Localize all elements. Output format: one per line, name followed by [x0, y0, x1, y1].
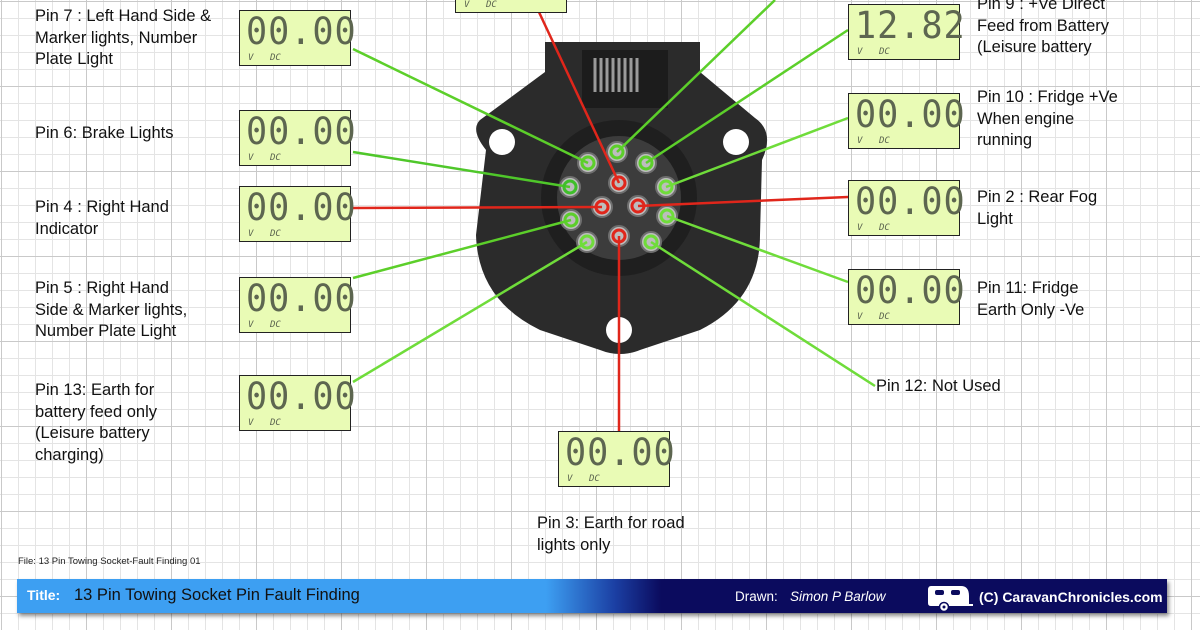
unit-v: V	[857, 223, 863, 233]
reading-pin2: 00.00	[855, 180, 966, 223]
title-block: Title: 13 Pin Towing Socket Pin Fault Fi…	[17, 579, 1167, 613]
voltmeter-pin10: 00.00 V DC	[848, 93, 965, 149]
unit-v: V	[567, 474, 573, 484]
voltmeter-pin1: V DC	[455, 0, 567, 13]
unit-v: V	[248, 229, 254, 239]
voltmeter-pin4: 00.00 V DC	[239, 186, 356, 242]
wire-pin4	[352, 205, 603, 210]
label-pin13: Pin 13: Earth for battery feed only (Lei…	[35, 381, 157, 464]
caravan-icon	[928, 586, 973, 612]
reading-pin6: 00.00	[246, 110, 357, 153]
unit-v: V	[248, 153, 254, 163]
label-pin12: Pin 12: Not Used	[876, 377, 1001, 395]
unit-v: V	[248, 418, 254, 428]
voltmeter-pin5: 00.00 V DC	[239, 277, 356, 333]
unit-dc: DC	[486, 0, 497, 10]
reading-pin9: 12.82	[855, 4, 966, 47]
unit-v: V	[248, 320, 254, 330]
unit-dc: DC	[879, 223, 890, 233]
reading-pin7: 00.00	[246, 10, 357, 53]
unit-dc: DC	[270, 229, 281, 239]
voltmeter-pin3: 00.00 V DC	[558, 431, 675, 487]
unit-v: V	[857, 312, 863, 322]
voltmeter-pin2: 00.00 V DC	[848, 180, 965, 236]
label-pin3: Pin 3: Earth for road lights only	[537, 514, 685, 554]
unit-dc: DC	[270, 320, 281, 330]
reading-pin5: 00.00	[246, 277, 357, 320]
drawn-label: Drawn:	[735, 589, 778, 604]
title-label: Title:	[27, 587, 61, 603]
diagram-title: 13 Pin Towing Socket Pin Fault Finding	[74, 586, 360, 604]
unit-dc: DC	[879, 47, 890, 57]
voltmeter-pin13: 00.00 V DC	[239, 375, 356, 431]
reading-pin11: 00.00	[855, 269, 966, 312]
unit-v: V	[857, 47, 863, 57]
voltmeter-pin7: 00.00 V DC	[239, 10, 356, 66]
label-pin4: Pin 4 : Right Hand Indicator	[35, 198, 169, 238]
unit-dc: DC	[270, 153, 281, 163]
label-pin9: Pin 9 : +Ve Direct Feed from Battery (Le…	[977, 0, 1110, 56]
unit-v: V	[464, 0, 470, 10]
label-pin6: Pin 6: Brake Lights	[35, 124, 174, 142]
unit-v: V	[857, 136, 863, 146]
unit-dc: DC	[270, 418, 281, 428]
unit-v: V	[248, 53, 254, 63]
voltmeter-pin9: 12.82 V DC	[848, 4, 965, 60]
reading-pin3: 00.00	[565, 431, 676, 474]
reading-pin4: 00.00	[246, 186, 357, 229]
label-pin10: Pin 10 : Fridge +Ve When engine running	[977, 88, 1118, 149]
copyright-text: (C) CaravanChronicles.com	[979, 589, 1163, 605]
unit-dc: DC	[879, 136, 890, 146]
label-pin5: Pin 5 : Right Hand Side & Marker lights,…	[35, 279, 188, 340]
file-name: File: 13 Pin Towing Socket-Fault Finding…	[18, 556, 201, 567]
label-pin11: Pin 11: Fridge Earth Only -Ve	[977, 279, 1085, 319]
voltmeter-pin6: 00.00 V DC	[239, 110, 356, 166]
reading-pin13: 00.00	[246, 375, 357, 418]
voltmeter-pin11: 00.00 V DC	[848, 269, 965, 325]
unit-dc: DC	[270, 53, 281, 63]
label-pin7: Pin 7 : Left Hand Side & Marker lights, …	[35, 7, 212, 68]
towing-socket-image	[476, 42, 768, 354]
unit-dc: DC	[589, 474, 600, 484]
reading-pin10: 00.00	[855, 93, 966, 136]
drawn-by: Simon P Barlow	[790, 589, 886, 604]
unit-dc: DC	[879, 312, 890, 322]
label-pin2: Pin 2 : Rear Fog Light	[977, 188, 1098, 228]
